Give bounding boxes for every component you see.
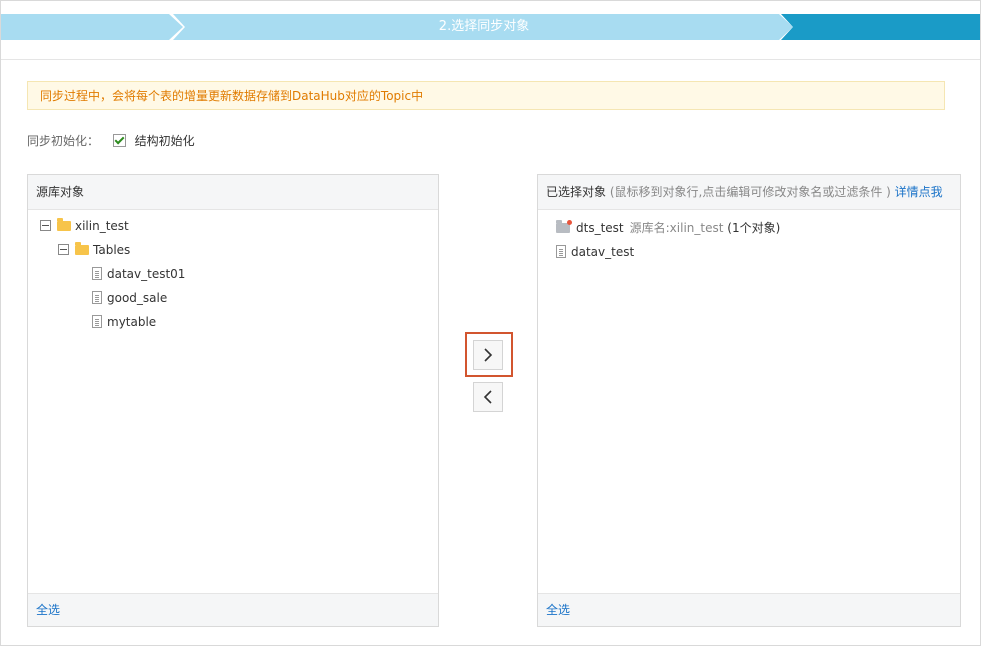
table-name[interactable]: datav_test01 — [107, 267, 185, 281]
step-3 — [781, 14, 980, 40]
collapse-toggle-icon[interactable] — [58, 244, 69, 255]
table-file-icon — [92, 291, 102, 304]
tree-node-database[interactable]: xilin_test — [40, 217, 129, 235]
selected-table-name[interactable]: datav_test — [571, 245, 634, 259]
tree-node-tables[interactable]: Tables — [58, 241, 130, 259]
collapse-toggle-icon[interactable] — [40, 220, 51, 231]
init-label: 同步初始化： — [27, 134, 100, 148]
table-file-icon — [92, 267, 102, 280]
selected-panel-hint: (鼠标移到对象行,点击编辑可修改对象名或过滤条件 ) — [609, 185, 891, 199]
table-file-icon — [556, 245, 566, 258]
selected-panel-title: 已选择对象 — [546, 185, 607, 199]
source-panel-footer: 全选 — [28, 593, 438, 626]
selected-panel-footer: 全选 — [538, 593, 960, 626]
step-1 — [1, 14, 183, 40]
highlight-box — [465, 332, 513, 377]
details-link[interactable]: 详情点我 — [895, 185, 943, 199]
database-name[interactable]: xilin_test — [75, 219, 129, 233]
source-objects-panel: 源库对象 xilin_test Tables datav_test01 good… — [27, 174, 439, 627]
chevron-left-icon — [483, 390, 492, 404]
source-panel-title: 源库对象 — [28, 175, 438, 210]
move-left-button[interactable] — [473, 382, 503, 412]
table-file-icon — [92, 315, 102, 328]
table-name[interactable]: good_sale — [107, 291, 167, 305]
folder-icon — [57, 218, 71, 231]
table-name[interactable]: mytable — [107, 315, 156, 329]
step-bar: 2.选择同步对象 — [1, 14, 980, 40]
source-db-label: 源库名:xilin_test — [629, 221, 724, 235]
select-all-link[interactable]: 全选 — [36, 603, 60, 617]
checkbox-checked-icon[interactable] — [112, 134, 126, 147]
structure-init-label[interactable]: 结构初始化 — [135, 134, 195, 148]
object-count: (1个对象) — [727, 221, 781, 235]
selected-table-row[interactable]: datav_test — [556, 243, 634, 261]
target-database-name[interactable]: dts_test — [576, 221, 624, 235]
select-all-link[interactable]: 全选 — [546, 603, 570, 617]
selected-database-row[interactable]: dts_test 源库名:xilin_test (1个对象) — [556, 219, 780, 237]
tree-node-table[interactable]: datav_test01 — [92, 265, 185, 283]
selected-panel-header: 已选择对象 (鼠标移到对象行,点击编辑可修改对象名或过滤条件 ) 详情点我 — [538, 175, 960, 210]
structure-init-checkbox[interactable]: 结构初始化 — [112, 134, 195, 148]
tables-group-name[interactable]: Tables — [93, 243, 130, 257]
tree-node-table[interactable]: good_sale — [92, 289, 167, 307]
folder-icon — [75, 242, 89, 255]
init-row: 同步初始化： 结构初始化 — [27, 132, 195, 150]
header-divider — [1, 59, 980, 60]
step-2-current: 2.选择同步对象 — [173, 14, 793, 40]
selected-objects-panel: 已选择对象 (鼠标移到对象行,点击编辑可修改对象名或过滤条件 ) 详情点我 dt… — [537, 174, 961, 627]
notice-banner: 同步过程中，会将每个表的增量更新数据存储到DataHub对应的Topic中 — [27, 81, 945, 110]
database-folder-icon — [556, 220, 572, 233]
tree-node-table[interactable]: mytable — [92, 313, 156, 331]
